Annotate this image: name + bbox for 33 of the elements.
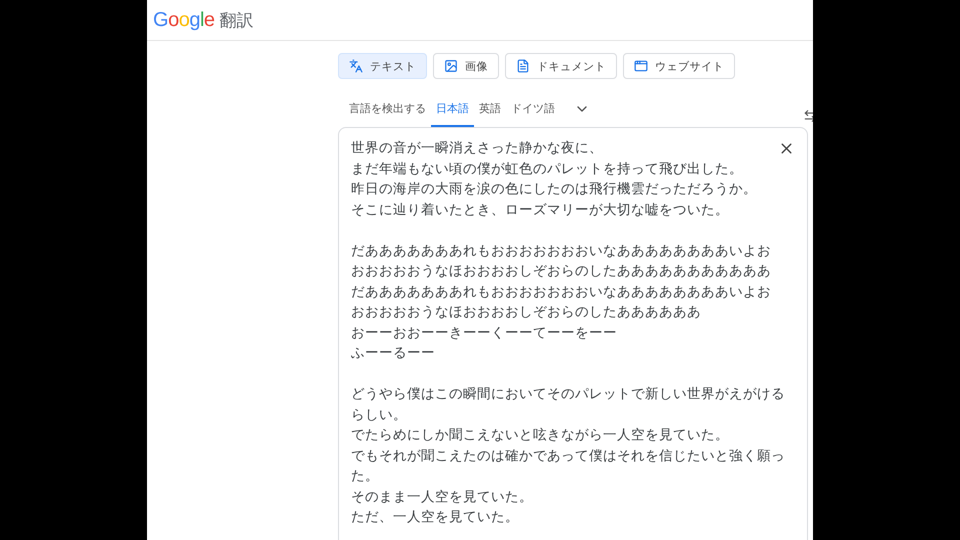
image-icon: [444, 59, 458, 73]
language-tab[interactable]: 英語: [474, 99, 506, 127]
text-line: だあああああああれもおおおおおおおいなああああああああいよお: [351, 282, 771, 302]
text-line: でもそれが聞こえたのは確かであって僕はそれを信じたいと強く願っ: [351, 446, 785, 466]
text-line: 昨日の海岸の大雨を涙の色にしたのは飛行機雲だっただろうか。: [351, 180, 757, 199]
text-line: だあああああああれもおおおおおおおいなああああああああいよお: [351, 242, 771, 260]
text-line: 世界の音が一瞬消えさった静かな夜に、: [351, 139, 603, 158]
website-icon: [634, 59, 648, 73]
source-text-area[interactable]: [338, 127, 808, 540]
text-line: おーーおおーーきーーくーーてーーをーー: [351, 324, 617, 342]
language-tab[interactable]: 言語を検出する: [344, 99, 431, 127]
language-tab[interactable]: 日本語: [431, 99, 474, 127]
text-line: そこに辿り着いたとき、ローズマリーが大切な嘘をついた。: [351, 200, 729, 220]
text-line: おおおおおうなほおおおおしぞおらのしたあああああああああああ: [351, 262, 771, 281]
document-icon: [516, 59, 530, 73]
google-logo[interactable]: Google: [153, 8, 215, 32]
text-line: どうやら僕はこの瞬間においてそのパレットで新しい世界がえがける: [351, 385, 785, 404]
text-line: た。: [351, 467, 379, 486]
text-line: そのまま一人空を見ていた。: [351, 488, 533, 506]
text-line: ただ、一人空を見ていた。: [351, 508, 519, 527]
mode-tab[interactable]: テキスト: [338, 53, 427, 79]
text-line: まだ年端もない頃の僕が虹色のパレットを持って飛び出した。: [351, 160, 743, 178]
language-tab[interactable]: ドイツ語: [506, 99, 560, 127]
text-line: ふーーるーー: [351, 344, 435, 363]
text-line: おおおおおうなほおおおおしぞおらのしたああああああ: [351, 303, 701, 322]
mode-tab[interactable]: ウェブサイト: [623, 53, 735, 79]
swap-languages-icon[interactable]: [803, 109, 813, 123]
mode-tab[interactable]: ドキュメント: [505, 53, 617, 79]
text-icon: [349, 59, 363, 73]
text-line: でたらめにしか聞こえないと呟きながら一人空を見ていた。: [351, 426, 729, 445]
text-line: らしい。: [351, 406, 407, 424]
product-title: 翻訳: [220, 10, 254, 32]
mode-tab[interactable]: 画像: [433, 53, 499, 79]
